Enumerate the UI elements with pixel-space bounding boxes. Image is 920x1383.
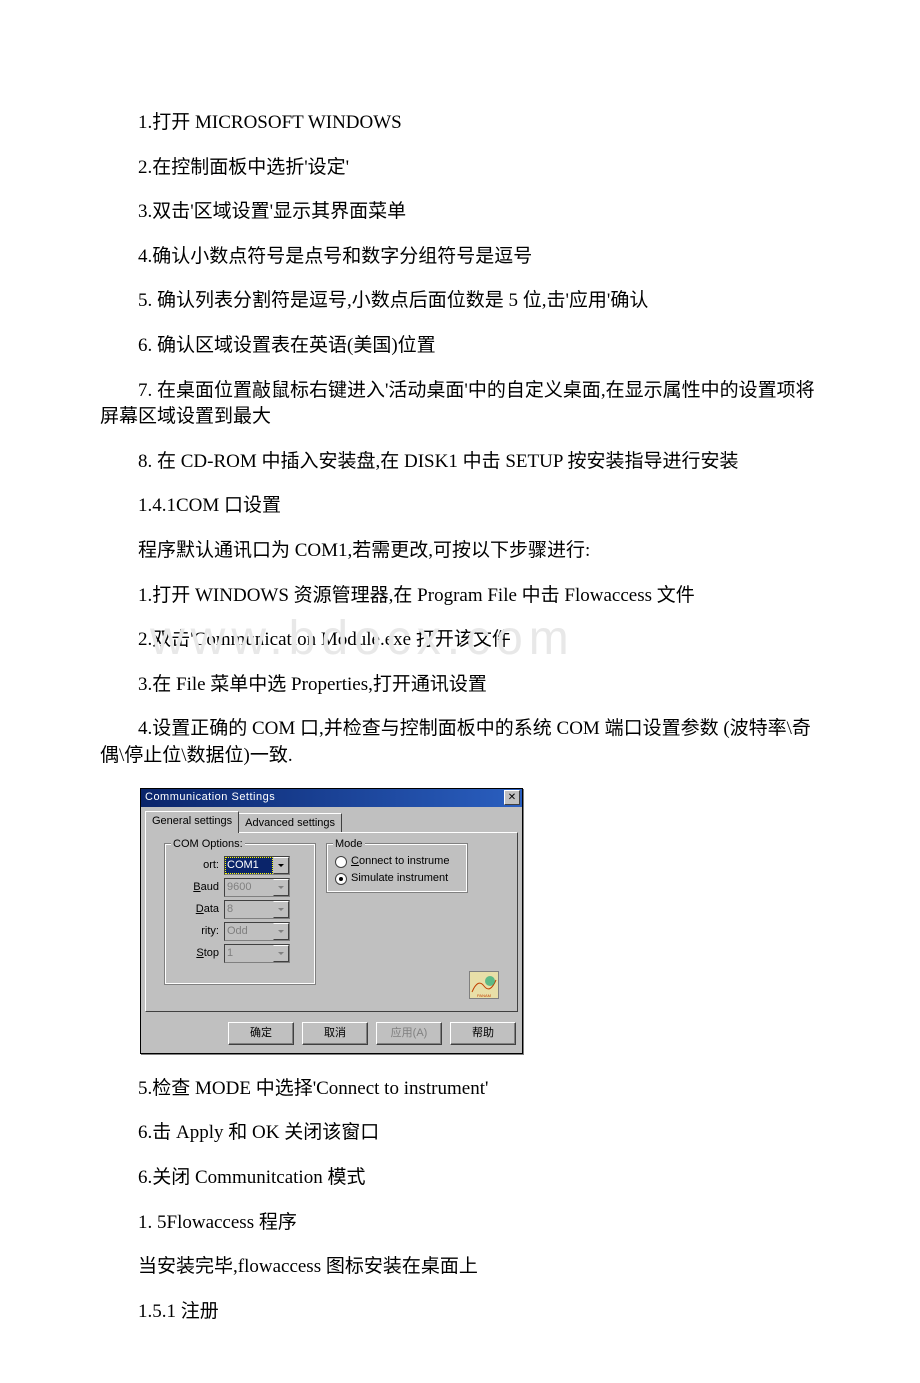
tab-bar: General settings Advanced settings (141, 807, 522, 832)
chevron-down-icon[interactable] (273, 879, 289, 896)
parity-label: rity: (171, 924, 224, 939)
paragraph: 6.关闭 Communitcation 模式 (100, 1165, 820, 1192)
paragraph: 7. 在桌面位置敲鼠标右键进入'活动桌面'中的自定义桌面,在显示属性中的设置项将… (100, 378, 820, 431)
paragraph: 6. 确认区域设置表在英语(美国)位置 (100, 333, 820, 360)
radio-simulate[interactable]: Simulate instrument (331, 870, 465, 887)
data-combo[interactable]: 8 (224, 900, 290, 919)
radio-label: Connect to instrume (351, 854, 449, 869)
paragraph: 1. 5Flowaccess 程序 (100, 1210, 820, 1237)
dialog-titlebar: Communication Settings ✕ (141, 789, 522, 807)
close-icon[interactable]: ✕ (504, 790, 520, 805)
paragraph: 程序默认通讯口为 COM1,若需更改,可按以下步骤进行: (100, 538, 820, 565)
apply-button[interactable]: 应用(A) (376, 1022, 442, 1045)
paragraph: 4.设置正确的 COM 口,并检查与控制面板中的系统 COM 端口设置参数 (波… (100, 716, 820, 769)
dialog-title: Communication Settings (145, 790, 275, 805)
cancel-button[interactable]: 取消 (302, 1022, 368, 1045)
stop-value: 1 (225, 945, 273, 962)
paragraph: 2.双击'Communication Module.exe 打开该文件 (100, 627, 820, 654)
stop-label: Stop (171, 946, 224, 961)
document-page: www.bdocx.com 1.打开 MICROSOFT WINDOWS 2.在… (0, 0, 920, 1383)
chevron-down-icon[interactable] (273, 923, 289, 940)
parity-combo[interactable]: Odd (224, 922, 290, 941)
paragraph: 4.确认小数点符号是点号和数字分组符号是逗号 (100, 244, 820, 271)
paragraph: 5.检查 MODE 中选择'Connect to instrument' (100, 1076, 820, 1103)
chevron-down-icon[interactable] (273, 901, 289, 918)
mode-group: Mode Connect to instrume Simulate instru… (326, 843, 468, 893)
paragraph: 3.双击'区域设置'显示其界面菜单 (100, 199, 820, 226)
group-label: Mode (333, 837, 365, 852)
com-options-group: COM Options: ort: COM1 Baud (164, 843, 316, 985)
paragraph: 5. 确认列表分割符是逗号,小数点后面位数是 5 位,击'应用'确认 (100, 288, 820, 315)
data-value: 8 (225, 901, 273, 918)
dialog-screenshot: Communication Settings ✕ General setting… (140, 788, 820, 1054)
port-combo[interactable]: COM1 (224, 856, 290, 875)
paragraph: 1.打开 WINDOWS 资源管理器,在 Program File 中击 Flo… (100, 583, 820, 610)
paragraph: 当安装完毕,flowaccess 图标安装在桌面上 (100, 1254, 820, 1281)
radio-icon (335, 856, 347, 868)
baud-combo[interactable]: 9600 (224, 878, 290, 897)
radio-connect[interactable]: Connect to instrume (331, 853, 465, 870)
radio-label: Simulate instrument (351, 871, 448, 886)
paragraph: 1.5.1 注册 (100, 1299, 820, 1326)
radio-icon (335, 873, 347, 885)
group-label: COM Options: (171, 837, 245, 852)
ok-button[interactable]: 确定 (228, 1022, 294, 1045)
help-button[interactable]: 帮助 (450, 1022, 516, 1045)
svg-text:PANAM: PANAM (477, 993, 491, 998)
chevron-down-icon[interactable] (273, 857, 289, 874)
tab-general-settings[interactable]: General settings (145, 811, 239, 833)
parity-value: Odd (225, 923, 273, 940)
stop-combo[interactable]: 1 (224, 944, 290, 963)
port-label: ort: (171, 858, 224, 873)
dialog-panel: COM Options: ort: COM1 Baud (145, 832, 518, 1012)
baud-label: Baud (171, 880, 224, 895)
data-label: Data (171, 902, 224, 917)
paragraph: 8. 在 CD-ROM 中插入安装盘,在 DISK1 中击 SETUP 按安装指… (100, 449, 820, 476)
tab-advanced-settings[interactable]: Advanced settings (238, 813, 342, 833)
communication-settings-dialog: Communication Settings ✕ General setting… (140, 788, 523, 1054)
paragraph: 1.打开 MICROSOFT WINDOWS (100, 110, 820, 137)
port-value: COM1 (225, 857, 273, 874)
chevron-down-icon[interactable] (273, 945, 289, 962)
paragraph: 6.击 Apply 和 OK 关闭该窗口 (100, 1120, 820, 1147)
logo-icon: PANAM (469, 971, 499, 999)
paragraph: 1.4.1COM 口设置 (100, 493, 820, 520)
baud-value: 9600 (225, 879, 273, 896)
button-row: 确定 取消 应用(A) 帮助 (141, 1018, 522, 1053)
paragraph: 3.在 File 菜单中选 Properties,打开通讯设置 (100, 672, 820, 699)
paragraph: 2.在控制面板中选折'设定' (100, 155, 820, 182)
